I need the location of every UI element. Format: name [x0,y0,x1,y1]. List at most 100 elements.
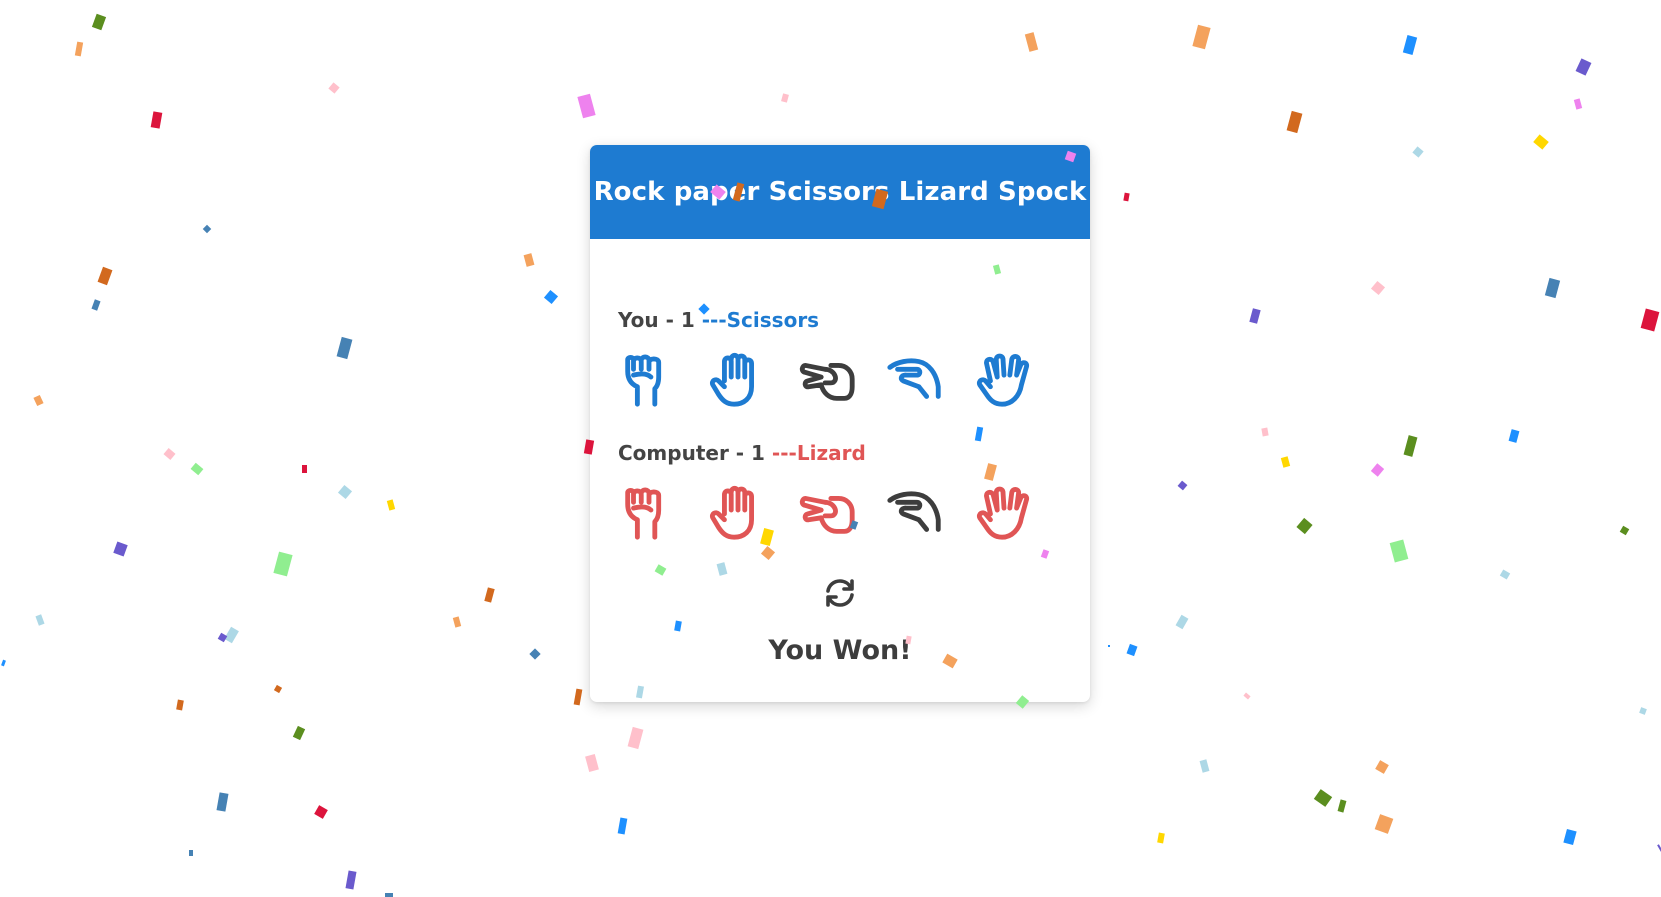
confetti-piece [202,224,212,234]
card-title: Rock paper Scissors Lizard Spock [593,177,1087,207]
confetti-piece [1123,192,1130,202]
confetti-piece [91,299,101,311]
player-pick: Scissors [726,308,820,332]
confetti-piece [1544,277,1561,299]
confetti-piece [1508,429,1520,443]
confetti-piece [97,266,113,286]
computer-paper [707,481,769,543]
confetti-piece [543,289,559,305]
computer-pick-prefix: --- [764,441,797,465]
paper-icon [709,485,754,540]
confetti-piece [1192,24,1211,50]
computer-rock [618,481,680,543]
confetti-piece [292,725,306,741]
confetti-piece [1313,789,1333,807]
player-scissors-button[interactable] [796,348,858,410]
confetti-piece [74,41,84,57]
result-message: You Won! [768,635,912,666]
computer-separator: - [728,441,752,465]
confetti-piece [1177,480,1188,491]
confetti-piece [1374,814,1394,834]
confetti-piece [217,632,228,643]
confetti-piece [345,870,357,890]
confetti-piece [1657,844,1661,856]
confetti-piece [617,817,628,835]
confetti-piece [314,805,328,819]
confetti-piece [1370,463,1385,477]
confetti-piece [328,82,340,94]
spock-icon [976,353,1030,407]
confetti-piece [190,462,204,476]
player-rock-button[interactable] [618,348,680,410]
scissors-icon [799,363,855,401]
confetti-piece [573,688,583,706]
confetti-piece [1563,828,1577,846]
game-card: Rock paper Scissors Lizard Spock You - 1… [590,145,1090,702]
confetti-piece [1249,308,1261,324]
player-lizard-button[interactable] [884,348,946,410]
confetti-piece [176,699,184,711]
replay-button[interactable] [822,575,858,611]
confetti-piece [163,448,176,460]
confetti-piece [1402,35,1418,55]
confetti-piece [385,893,393,897]
confetti-piece [529,648,541,660]
player-pick-prefix: --- [694,308,727,332]
confetti-piece [1375,760,1389,774]
paper-icon [709,352,754,407]
confetti-piece [113,541,128,557]
confetti-piece [1280,456,1291,468]
confetti-piece [1199,759,1210,773]
confetti-piece [1126,643,1138,657]
computer-choice-row [618,481,1062,543]
confetti-piece [1639,707,1647,715]
confetti-piece [1157,832,1165,844]
confetti-piece [1337,799,1347,813]
computer-spock [973,481,1035,543]
confetti-piece [91,13,107,31]
confetti-piece [1412,146,1424,158]
confetti-piece [35,614,45,626]
confetti-piece [1370,280,1386,296]
confetti-piece [1175,614,1189,630]
player-spock-button[interactable] [973,348,1035,410]
lizard-icon [887,491,941,532]
confetti-piece [1024,32,1039,52]
computer-score: 1 [751,441,765,465]
confetti-piece [337,484,353,500]
confetti-piece [781,93,789,103]
player-score-line: You - 1 ---Scissors [618,308,819,332]
confetti-piece [1619,525,1630,536]
page: Rock paper Scissors Lizard Spock You - 1… [0,0,1661,897]
confetti-piece [627,726,644,750]
player-score: 1 [680,308,695,332]
lizard-icon [887,358,941,399]
player-separator: - [658,308,681,332]
confetti-piece [1108,645,1110,647]
computer-score-line: Computer - 1 ---Lizard [618,441,866,465]
confetti-piece [1640,308,1660,332]
confetti-piece [1389,539,1409,563]
computer-pick: Lizard [796,441,866,465]
confetti-piece [1261,427,1269,437]
confetti-piece [1243,692,1251,700]
refresh-icon [826,579,854,607]
rock-icon [625,354,662,407]
confetti-piece [224,626,239,644]
confetti-piece [577,93,596,119]
confetti-piece [585,753,599,773]
card-header: Rock paper Scissors Lizard Spock [590,145,1090,239]
confetti-piece [523,253,535,267]
confetti-piece [1573,98,1583,110]
confetti-piece [302,465,307,473]
confetti-piece [150,111,163,129]
confetti-piece [336,336,353,360]
confetti-piece [1533,134,1549,150]
confetti-piece [33,394,44,407]
player-paper-button[interactable] [707,348,769,410]
player-choice-row [618,348,1062,410]
spock-icon [976,486,1030,540]
confetti-piece [189,850,193,856]
confetti-piece [273,684,283,694]
rock-icon [625,487,662,540]
